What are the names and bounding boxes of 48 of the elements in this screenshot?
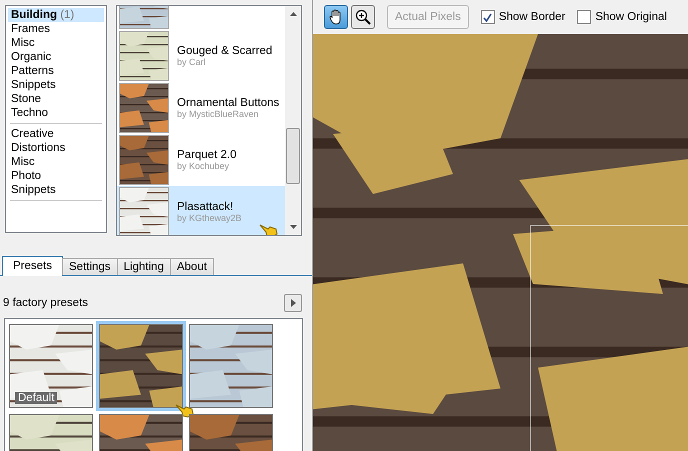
filter-name: Gouged & Scarred: [177, 45, 272, 57]
zoom-tool-button[interactable]: [351, 5, 375, 29]
filter-author: by KGtheway2B: [177, 213, 242, 223]
filter-name: Parquet 2.0: [177, 149, 236, 161]
checkbox-label[interactable]: Show Border: [498, 11, 566, 23]
category-item[interactable]: Techno: [8, 106, 104, 120]
category-item[interactable]: Distortions: [8, 141, 104, 155]
pointer-hand-icon: [175, 402, 195, 418]
filter-item[interactable]: Parquet 2.0 by Kochubey: [117, 134, 285, 186]
filter-name: Ornamental Buttons: [177, 97, 280, 109]
filter-author: by Carl: [177, 57, 207, 67]
category-item[interactable]: Building (1): [8, 8, 104, 22]
filter-item[interactable]: Ornamental Buttons by MysticBlueRaven: [117, 82, 285, 134]
tab[interactable]: About: [170, 258, 214, 275]
checkbox[interactable]: [577, 10, 592, 24]
scrollbar[interactable]: [285, 6, 301, 235]
triangle-icon: [290, 299, 296, 307]
filter-item[interactable]: Plasattack! by KGtheway2B: [117, 186, 285, 235]
tab[interactable]: Presets: [2, 256, 63, 276]
pointer-hand-icon: [259, 222, 279, 235]
presets-count: 9 factory presets: [3, 297, 88, 309]
category-item[interactable]: Misc: [8, 36, 104, 50]
filter-item[interactable]: Gouged & Scarred by Carl: [117, 30, 285, 82]
preset-thumbnail[interactable]: Default: [9, 324, 93, 408]
category-item[interactable]: Frames: [8, 22, 104, 36]
category-item[interactable]: Organic: [8, 50, 104, 64]
category-item[interactable]: Patterns: [8, 64, 104, 78]
tab[interactable]: Lighting: [116, 258, 171, 275]
zoom-in-icon: [355, 9, 371, 25]
menu-arrow-button[interactable]: [284, 294, 302, 312]
category-item[interactable]: Snippets: [8, 183, 104, 197]
filter-author: by Kochubey: [177, 161, 230, 171]
scroll-up-icon[interactable]: [290, 12, 296, 16]
category-item[interactable]: Creative: [8, 127, 104, 141]
hand-icon: [329, 9, 343, 25]
category-item[interactable]: Photo: [8, 169, 104, 183]
category-item[interactable]: Snippets: [8, 78, 104, 92]
category-item[interactable]: Misc: [8, 155, 104, 169]
preset-label: Default: [15, 392, 58, 404]
filter-author: by MysticBlueRaven: [177, 109, 260, 119]
checkbox-label[interactable]: Show Original: [595, 11, 667, 23]
filter-name: Plasattack!: [177, 201, 234, 213]
category-item[interactable]: Stone: [8, 92, 104, 106]
checkbox[interactable]: [480, 10, 495, 24]
hand-tool-button[interactable]: [324, 5, 348, 29]
scroll-down-icon[interactable]: [290, 225, 296, 229]
tab[interactable]: Settings: [62, 258, 118, 275]
scroll-thumb[interactable]: [286, 128, 300, 184]
